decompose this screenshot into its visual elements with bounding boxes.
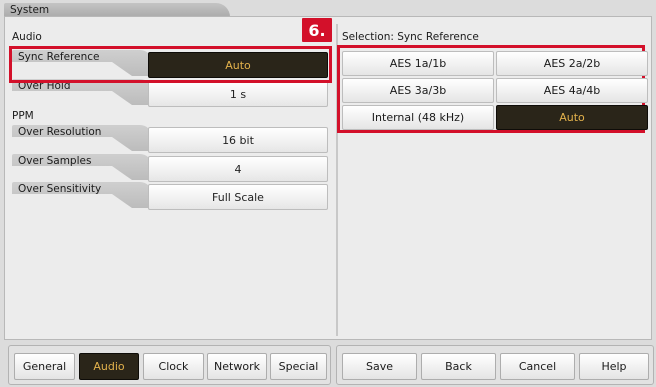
back-button[interactable]: Back: [421, 353, 496, 380]
panel-divider: [336, 24, 338, 336]
sync-reference-value-button[interactable]: Auto: [148, 52, 328, 78]
option-auto[interactable]: Auto: [496, 105, 648, 130]
option-aes-2a-2b[interactable]: AES 2a/2b: [496, 51, 648, 76]
option-internal-48khz[interactable]: Internal (48 kHz): [342, 105, 494, 130]
section-audio-label: Audio: [12, 31, 42, 43]
tab-special[interactable]: Special: [270, 353, 327, 380]
option-aes-4a-4b[interactable]: AES 4a/4b: [496, 78, 648, 103]
over-sensitivity-value-button[interactable]: Full Scale: [148, 184, 328, 210]
section-ppm-label: PPM: [12, 110, 34, 122]
tab-clock[interactable]: Clock: [143, 353, 204, 380]
option-aes-1a-1b[interactable]: AES 1a/1b: [342, 51, 494, 76]
save-button[interactable]: Save: [342, 353, 417, 380]
over-resolution-value-button[interactable]: 16 bit: [148, 127, 328, 153]
tab-network[interactable]: Network: [207, 353, 267, 380]
cancel-button[interactable]: Cancel: [500, 353, 575, 380]
over-samples-value-button[interactable]: 4: [148, 156, 328, 182]
selection-title: Selection: Sync Reference: [342, 31, 479, 43]
over-hold-value-button[interactable]: 1 s: [148, 81, 328, 107]
tab-general[interactable]: General: [14, 353, 75, 380]
tab-audio[interactable]: Audio: [79, 353, 139, 380]
option-aes-3a-3b[interactable]: AES 3a/3b: [342, 78, 494, 103]
help-button[interactable]: Help: [579, 353, 649, 380]
step-number-badge: 6.: [302, 18, 332, 42]
